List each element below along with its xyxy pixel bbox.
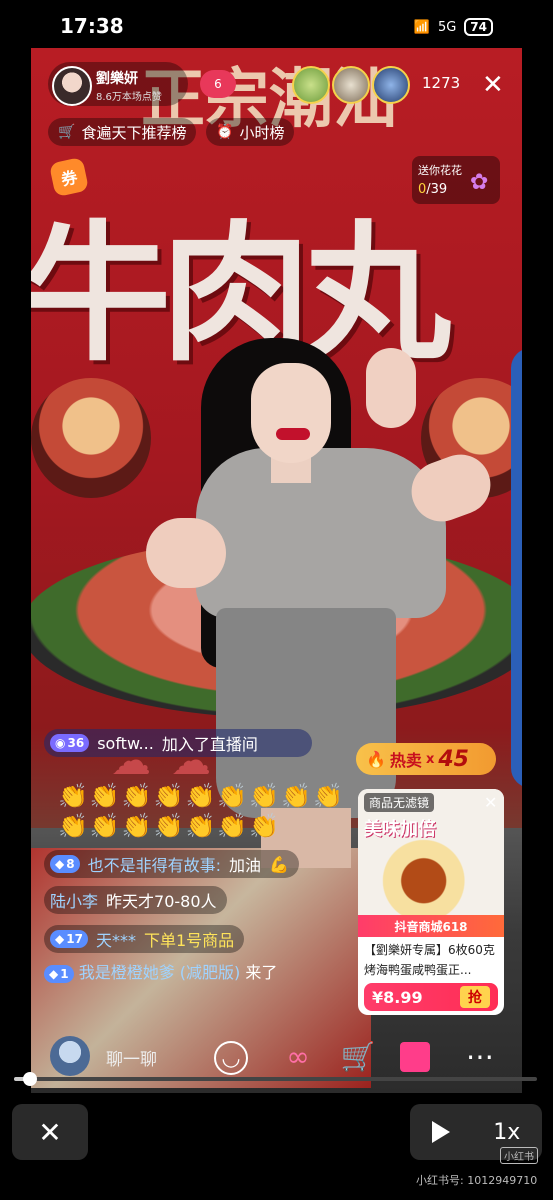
- diamond-icon: ◆: [49, 967, 59, 981]
- flower-progress: 0/39: [418, 182, 447, 197]
- clap-emoji-row: 👏👏👏👏👏👏👏: [58, 812, 282, 840]
- network-label: 5G: [437, 19, 457, 35]
- clap-emoji-row: 👏👏👏👏👏👏👏👏👏: [58, 782, 345, 810]
- close-player-button[interactable]: ✕: [12, 1104, 88, 1160]
- close-icon: ✕: [38, 1115, 62, 1149]
- hot-sale-badge[interactable]: 🔥 热卖 x 45: [356, 743, 496, 775]
- hourly-rank-tag[interactable]: ⏰ 小时榜: [206, 118, 295, 146]
- chat-input[interactable]: 聊一聊: [96, 1040, 216, 1074]
- chat-user: 我是橙橙她爹 (减肥版): [78, 963, 241, 982]
- progress-thumb[interactable]: [23, 1072, 37, 1086]
- watermark-logo: 小红书: [500, 1147, 538, 1164]
- flower-label: 送你花花: [418, 164, 462, 177]
- chat-message: ◆ 17 天*** 下单1号商品: [44, 925, 245, 953]
- chat-text: 下单1号商品: [143, 931, 235, 950]
- level-number: 8: [66, 857, 75, 871]
- chat-text: 加油: [229, 856, 262, 875]
- gift-icon[interactable]: [400, 1042, 430, 1072]
- product-title[interactable]: 【劉樂妍专属】6枚60克烤海鸭蛋咸鸭蛋正...: [364, 940, 500, 980]
- level-number: 36: [67, 736, 85, 750]
- product-slogan: 美味加倍: [364, 819, 436, 840]
- wifi-icon: 📶: [413, 19, 430, 35]
- chat-text: 昨天才70-80人: [106, 892, 217, 911]
- flower-total: /39: [426, 182, 448, 197]
- status-time: 17:38: [60, 14, 124, 38]
- hourly-rank-label: 小时榜: [239, 123, 285, 142]
- my-avatar[interactable]: [50, 1036, 90, 1076]
- host-lips: [276, 428, 310, 440]
- user-level-badge: ◉ 36: [50, 734, 90, 752]
- host-arm-left: [146, 518, 226, 588]
- user-level-badge: ◆ 8: [50, 855, 80, 873]
- flower-icon: ✿: [470, 170, 489, 195]
- join-text: 加入了直播间: [161, 735, 258, 754]
- chat-user: 也不是非得有故事:: [87, 856, 221, 875]
- coupon-label: 券: [59, 167, 80, 190]
- clock-icon: ⏰: [216, 124, 234, 140]
- host-avatar[interactable]: [52, 66, 92, 106]
- muscle-emoji: 💪: [269, 854, 289, 874]
- host-name: 劉樂妍: [96, 71, 138, 87]
- mall-banner: 抖音商城618: [358, 915, 504, 937]
- assistant-figure: [511, 348, 522, 788]
- watermark-id: 小红书号: 1012949710: [416, 1174, 538, 1187]
- diamond-icon: ◆: [55, 857, 65, 871]
- follow-count-badge[interactable]: 6: [200, 70, 236, 98]
- user-level-badge: ◆ 1: [44, 965, 74, 983]
- cart-icon: 🛒: [58, 124, 76, 140]
- join-user: softw...: [97, 733, 154, 753]
- level-icon: ◉: [55, 736, 66, 750]
- progress-track[interactable]: [14, 1077, 537, 1081]
- no-filter-label: 商品无滤镜: [364, 793, 435, 812]
- fire-icon: 🔥: [366, 749, 386, 769]
- host-hand-peace: [366, 348, 416, 428]
- play-icon[interactable]: [431, 1121, 450, 1143]
- hot-sale-count: 45: [438, 746, 469, 772]
- product-card[interactable]: 商品无滤镜 ✕ 美味加倍 抖音商城618 【劉樂妍专属】6枚60克烤海鸭蛋咸鸭蛋…: [358, 789, 504, 1015]
- chat-text: 来了: [245, 963, 278, 982]
- hot-sale-label: 热卖: [389, 751, 422, 770]
- viewer-avatar-2[interactable]: [332, 66, 370, 104]
- viewer-avatar-3[interactable]: [372, 66, 410, 104]
- user-level-badge: ◆ 17: [50, 930, 88, 948]
- level-number: 17: [66, 932, 83, 946]
- emoji-icon[interactable]: ◡: [214, 1041, 248, 1075]
- hot-sale-mult: x: [425, 751, 435, 767]
- chat-message: 陆小李 昨天才70-80人: [44, 886, 227, 914]
- status-icons: 📶 5G 74: [414, 18, 493, 36]
- chat-user: 天***: [95, 931, 136, 950]
- host-shirt: [196, 448, 446, 618]
- close-live-icon[interactable]: ✕: [482, 70, 504, 100]
- ranking-tag-label: 食遍天下推荐榜: [81, 123, 187, 142]
- join-message: ◉ 36 softw... 加入了直播间: [44, 729, 312, 757]
- grab-label: 抢: [460, 986, 490, 1008]
- speed-button[interactable]: 1x: [493, 1120, 520, 1145]
- diamond-icon: ◆: [55, 932, 65, 946]
- level-number: 1: [60, 967, 69, 981]
- follow-count: 6: [214, 77, 222, 91]
- viewer-avatar-1[interactable]: [292, 66, 330, 104]
- chat-message: ◆ 1 我是橙橙她爹 (减肥版) 来了: [44, 961, 344, 985]
- product-price: ¥8.99: [372, 987, 423, 1007]
- more-icon[interactable]: ⋯: [460, 1036, 500, 1076]
- close-product-icon[interactable]: ✕: [484, 793, 497, 812]
- host-likes: 8.6万本场点赞: [96, 92, 162, 103]
- shopping-cart-icon[interactable]: 🛒: [338, 1036, 378, 1076]
- battery-icon: 74: [464, 18, 493, 36]
- viewer-count[interactable]: 1273: [422, 74, 460, 92]
- buy-button[interactable]: ¥8.99 抢: [364, 983, 498, 1011]
- chat-user: 陆小李: [50, 892, 99, 911]
- ranking-tag[interactable]: 🛒 食遍天下推荐榜: [48, 118, 197, 146]
- link-icon[interactable]: ∞: [278, 1036, 318, 1076]
- lion-illustration-left: [31, 378, 151, 498]
- host-face: [251, 363, 331, 463]
- chat-message: ◆ 8 也不是非得有故事: 加油 💪: [44, 850, 299, 878]
